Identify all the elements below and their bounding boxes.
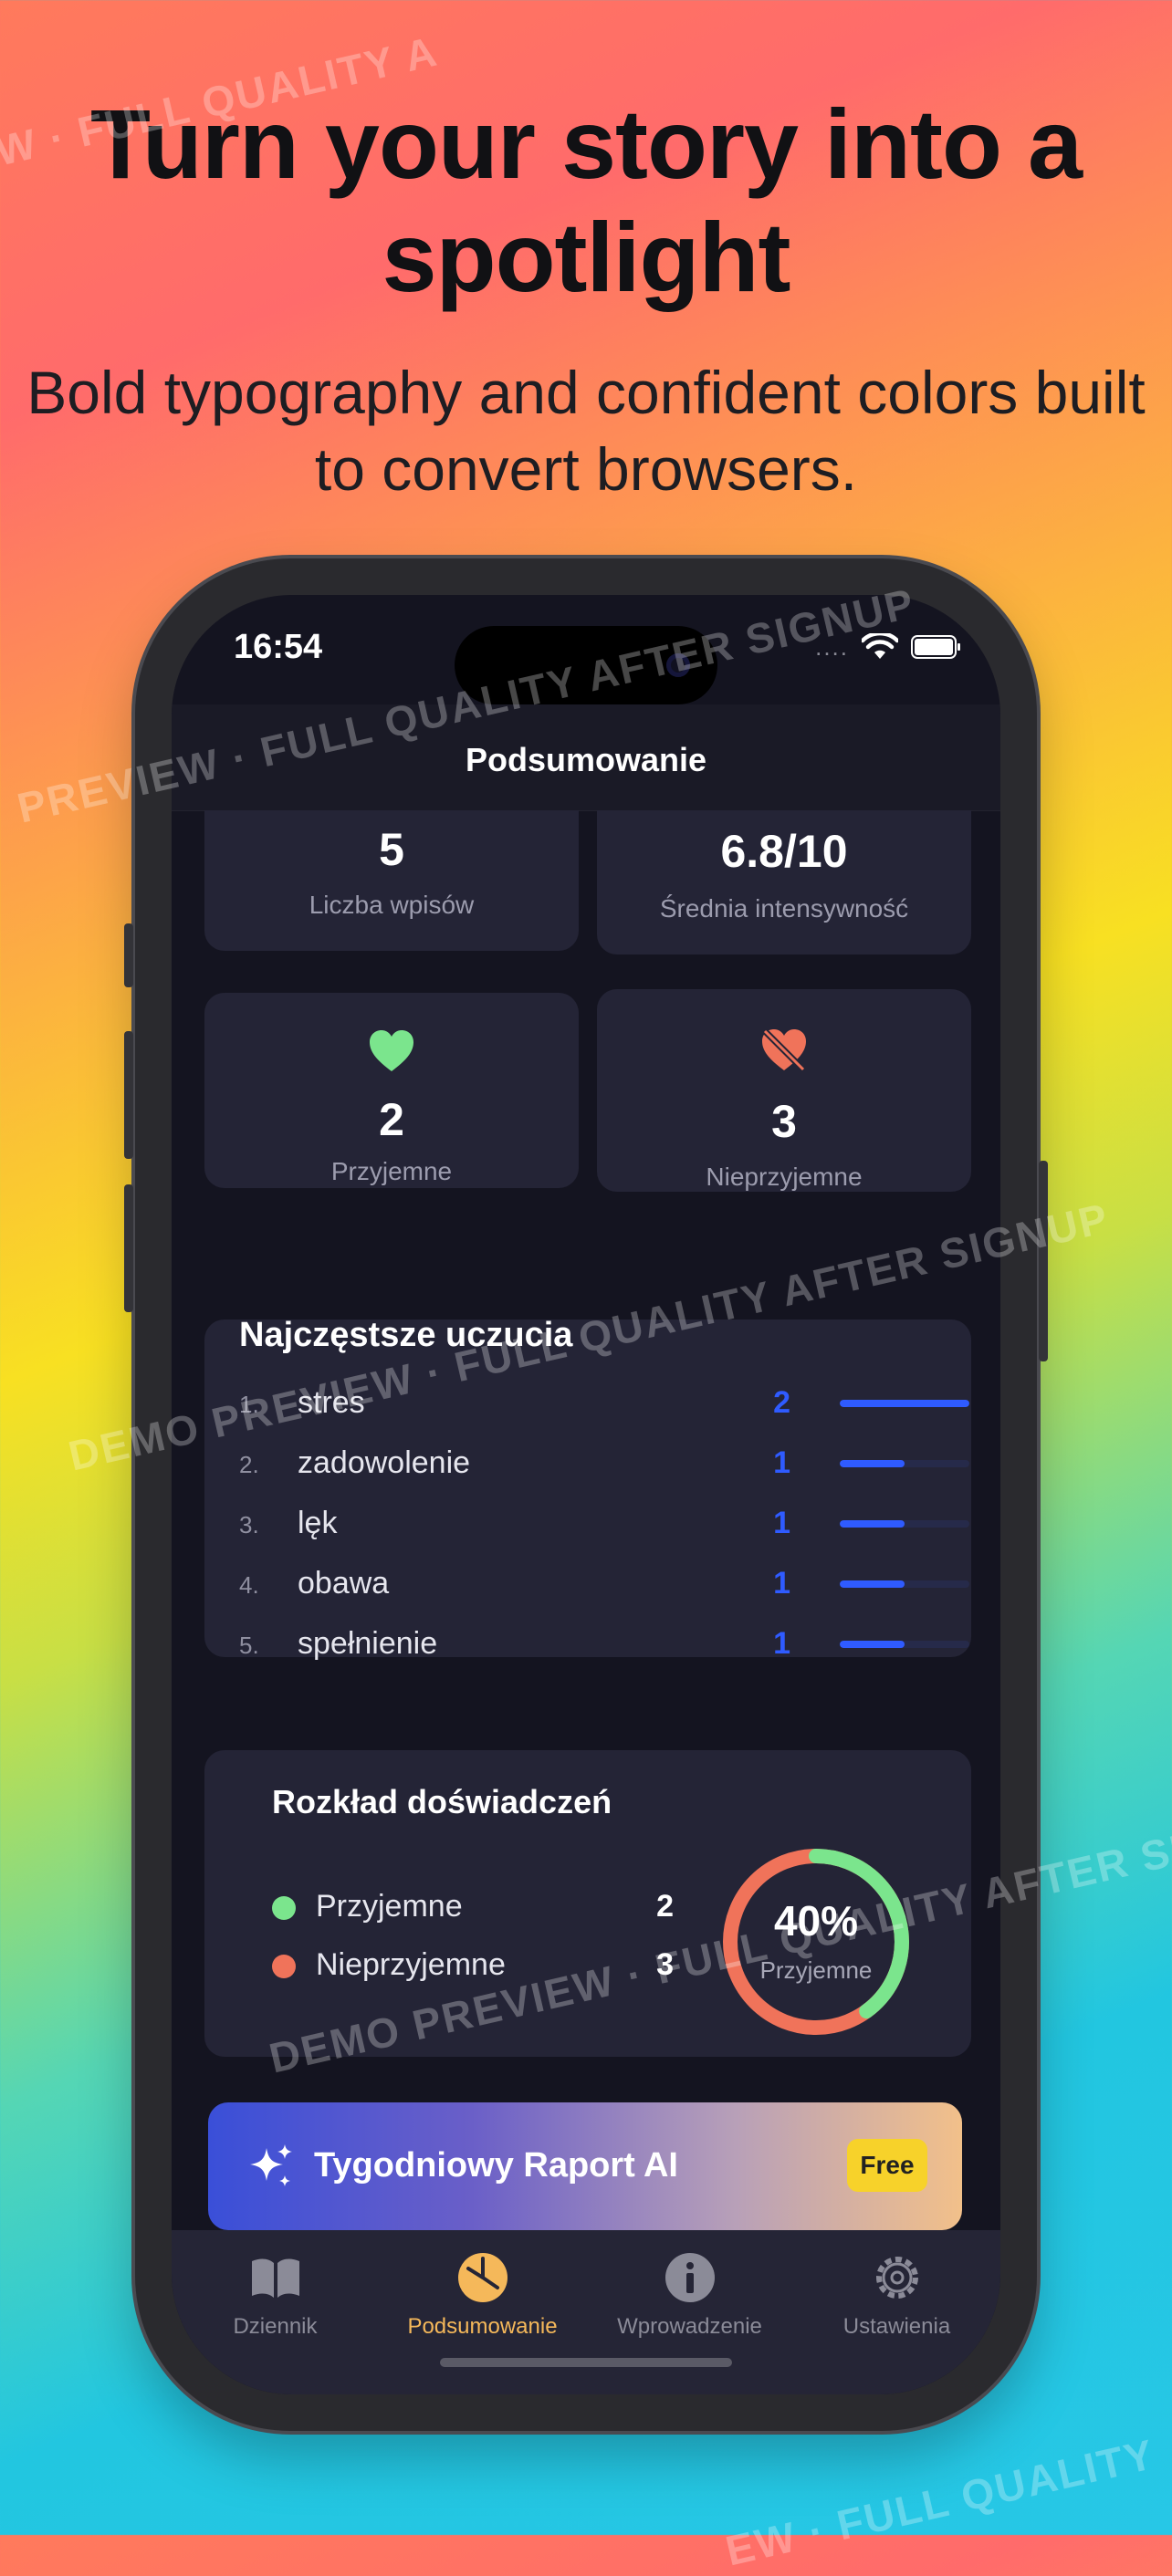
feeling-row[interactable]: 5. spełnienie 1 <box>204 1619 971 1679</box>
battery-icon <box>911 635 960 659</box>
stat-label: Średnia intensywność <box>659 894 909 923</box>
power-button <box>1039 1161 1048 1361</box>
legend-dot <box>272 1896 296 1920</box>
phone-frame: 16:54 .... Podsumowanie 5 Liczba wpisów … <box>124 558 1048 2431</box>
legend-label: Przyjemne <box>316 1889 463 1924</box>
stat-label: Nieprzyjemne <box>706 1163 863 1191</box>
feeling-row[interactable]: 2. zadowolenie 1 <box>204 1438 971 1498</box>
feeling-bar-fill <box>840 1580 905 1588</box>
status-time: 16:54 <box>234 628 323 666</box>
tab-podsumowanie[interactable]: Podsumowanie <box>379 2230 586 2358</box>
volume-down-button <box>124 1184 133 1312</box>
tab-label: Dziennik <box>233 2314 318 2339</box>
heart-icon <box>370 1030 413 1071</box>
feeling-bar-fill <box>840 1520 905 1528</box>
stat-value: 3 <box>771 1096 797 1147</box>
home-indicator <box>440 2358 732 2367</box>
watermark: EW · FULL QUALITY <box>721 2429 1159 2575</box>
info-icon <box>664 2253 715 2302</box>
tab-wprowadzenie[interactable]: Wprowadzenie <box>586 2230 793 2358</box>
top-feelings-card: Najczęstsze uczucia 1. stres 2 2. zadowo… <box>204 1316 971 1661</box>
stat-label: Liczba wpisów <box>309 891 475 919</box>
feeling-rank: 3. <box>239 1511 259 1538</box>
legend-value: 2 <box>656 1889 674 1924</box>
stat-value: 5 <box>379 824 404 875</box>
feeling-count: 1 <box>773 1626 790 1661</box>
stat-card-entries: 5 Liczba wpisów <box>204 810 579 951</box>
tab-ustawienia[interactable]: Ustawienia <box>793 2230 1000 2358</box>
feeling-name: obawa <box>298 1566 390 1601</box>
feeling-rank: 5. <box>239 1632 259 1659</box>
feeling-rank: 2. <box>239 1451 259 1478</box>
stat-card-intensity: 6.8/10 Średnia intensywność <box>597 810 971 954</box>
app-screen: 16:54 .... Podsumowanie 5 Liczba wpisów … <box>172 595 1000 2394</box>
stat-card-unpleasant: 3 Nieprzyjemne <box>597 989 971 1192</box>
legend-item-pleasant: Przyjemne 2 <box>272 1885 674 1925</box>
sparkles-icon <box>250 2144 292 2186</box>
feeling-bar <box>840 1400 969 1407</box>
feeling-bar-fill <box>840 1460 905 1467</box>
feeling-bar-fill <box>840 1400 969 1407</box>
book-icon <box>251 2258 299 2298</box>
ai-report-banner[interactable]: Tygodniowy Raport AI Free <box>208 2102 962 2230</box>
feeling-bar <box>840 1460 969 1467</box>
feeling-name: zadowolenie <box>298 1445 471 1480</box>
stat-value: 6.8/10 <box>720 826 848 877</box>
feeling-count: 2 <box>773 1385 790 1420</box>
feeling-row[interactable]: 3. lęk 1 <box>204 1498 971 1559</box>
tab-bar: Dziennik Podsumowanie Wprowadzenie Ustaw… <box>172 2230 1000 2394</box>
heart-slash-icon <box>762 1028 806 1072</box>
feeling-rank: 4. <box>239 1571 259 1599</box>
promo-subhead: Bold typography and confident colors bui… <box>26 359 1146 503</box>
feeling-bar <box>840 1580 969 1588</box>
free-badge: Free <box>847 2139 927 2192</box>
legend-label: Nieprzyjemne <box>316 1947 506 1982</box>
pie-chart-icon <box>457 2253 508 2302</box>
feeling-bar <box>840 1641 969 1648</box>
ai-report-title: Tygodniowy Raport AI <box>314 2146 678 2185</box>
stat-label: Przyjemne <box>330 1157 453 1185</box>
action-button <box>124 923 133 987</box>
feeling-count: 1 <box>773 1506 790 1540</box>
tab-label: Podsumowanie <box>407 2314 558 2339</box>
feeling-count: 1 <box>773 1445 790 1480</box>
feeling-count: 1 <box>773 1566 790 1601</box>
feeling-bar <box>840 1520 969 1528</box>
feeling-row[interactable]: 4. obawa 1 <box>204 1559 971 1619</box>
volume-up-button <box>124 1031 133 1159</box>
stat-card-pleasant: 2 Przyjemne <box>204 993 579 1188</box>
feeling-name: spełnienie <box>298 1626 438 1661</box>
stat-value: 2 <box>379 1094 404 1145</box>
feeling-bar-fill <box>840 1641 905 1648</box>
feeling-name: lęk <box>298 1506 338 1540</box>
tab-dziennik[interactable]: Dziennik <box>172 2230 379 2358</box>
summary-scroll-content[interactable]: 5 Liczba wpisów 6.8/10 Średnia intensywn… <box>172 810 1000 2234</box>
distribution-title: Rozkład doświadczeń <box>272 1783 612 1820</box>
tab-label: Wprowadzenie <box>617 2314 762 2339</box>
gear-icon <box>875 2257 918 2299</box>
tab-label: Ustawienia <box>842 2314 951 2339</box>
legend-dot <box>272 1955 296 1978</box>
